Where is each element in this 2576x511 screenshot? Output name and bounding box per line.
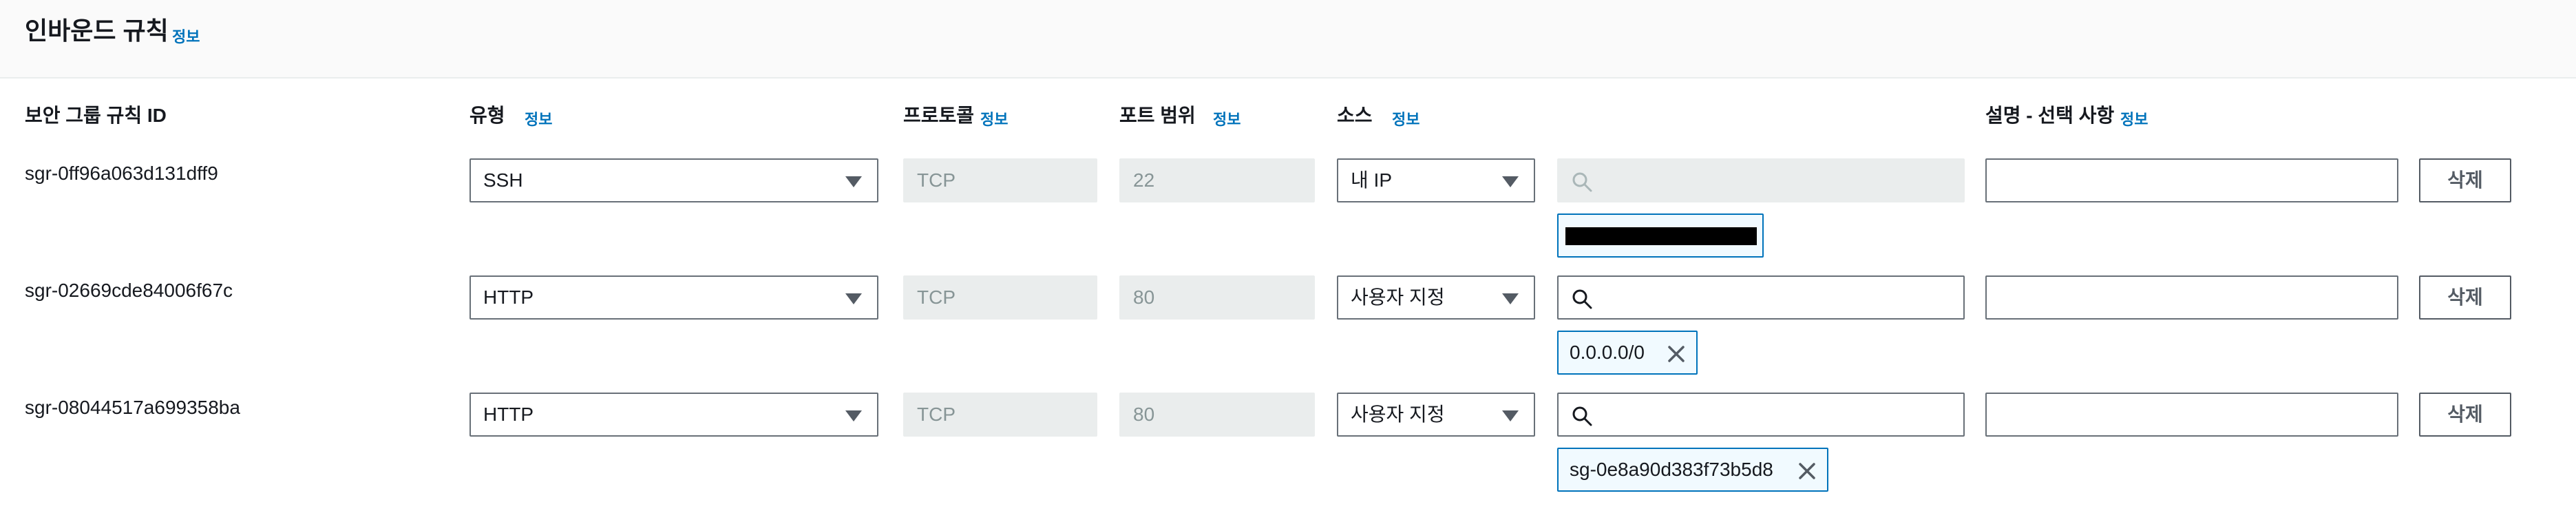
source-select-value: 사용자 지정 [1351, 404, 1445, 425]
col-header-port-range: 포트 범위 [1119, 105, 1196, 126]
delete-rule-button[interactable]: 삭제 [2419, 158, 2511, 202]
type-select-value: HTTP [483, 404, 534, 425]
section-title: 인바운드 규칙 [25, 17, 169, 45]
search-icon [1572, 172, 1592, 192]
port-range-field: 80 [1119, 275, 1315, 320]
source-select[interactable]: 내 IP [1337, 158, 1535, 202]
search-icon [1572, 406, 1592, 426]
source-select-value: 내 IP [1351, 169, 1392, 191]
port-range-field: 80 [1119, 393, 1315, 437]
close-icon[interactable] [1797, 461, 1817, 481]
protocol-field: TCP [903, 275, 1097, 320]
close-icon[interactable] [1666, 344, 1687, 364]
source-search-input [1557, 158, 1965, 202]
protocol-value: TCP [917, 286, 956, 308]
protocol-value: TCP [917, 169, 956, 191]
caret-down-icon [845, 410, 862, 421]
source-token-label: 0.0.0.0/0 [1570, 342, 1645, 363]
source-token: 0.0.0.0/0 [1557, 331, 1698, 375]
source-info-link[interactable]: 정보 [1392, 107, 1419, 129]
section-header: 인바운드 규칙 정보 [0, 0, 2576, 79]
description-info-link[interactable]: 정보 [2120, 107, 2148, 129]
protocol-field: TCP [903, 158, 1097, 202]
type-select[interactable]: HTTP [469, 393, 878, 437]
type-info-link[interactable]: 정보 [525, 107, 552, 129]
description-input[interactable] [1985, 158, 2398, 202]
col-header-description: 설명 - 선택 사항 [1985, 105, 2115, 126]
caret-down-icon [845, 293, 862, 304]
rule-id: sgr-02669cde84006f67c [25, 280, 233, 301]
type-select[interactable]: SSH [469, 158, 878, 202]
source-search-input[interactable] [1557, 393, 1965, 437]
col-header-source: 소스 [1337, 105, 1373, 126]
redacted-ip-token [1557, 213, 1764, 258]
port-range-field: 22 [1119, 158, 1315, 202]
col-header-type: 유형 [469, 105, 505, 126]
source-token: sg-0e8a90d383f73b5d8 [1557, 448, 1828, 492]
protocol-info-link[interactable]: 정보 [980, 107, 1008, 129]
description-input[interactable] [1985, 275, 2398, 320]
type-select-value: SSH [483, 169, 523, 191]
section-info-link[interactable]: 정보 [172, 25, 200, 47]
port-range-value: 80 [1133, 286, 1155, 308]
caret-down-icon [845, 176, 862, 187]
caret-down-icon [1502, 176, 1519, 187]
col-header-rule-id: 보안 그룹 규칙 ID [25, 105, 167, 126]
protocol-field: TCP [903, 393, 1097, 437]
source-select[interactable]: 사용자 지정 [1337, 275, 1535, 320]
type-select[interactable]: HTTP [469, 275, 878, 320]
source-select-value: 사용자 지정 [1351, 286, 1445, 308]
search-icon [1572, 289, 1592, 309]
port-range-info-link[interactable]: 정보 [1213, 107, 1241, 129]
source-search-input[interactable] [1557, 275, 1965, 320]
type-select-value: HTTP [483, 286, 534, 308]
rule-id: sgr-0ff96a063d131dff9 [25, 163, 218, 184]
delete-rule-button[interactable]: 삭제 [2419, 393, 2511, 437]
caret-down-icon [1502, 410, 1519, 421]
protocol-value: TCP [917, 404, 956, 425]
delete-rule-button[interactable]: 삭제 [2419, 275, 2511, 320]
description-input[interactable] [1985, 393, 2398, 437]
source-select[interactable]: 사용자 지정 [1337, 393, 1535, 437]
rule-id: sgr-08044517a699358ba [25, 397, 240, 418]
caret-down-icon [1502, 293, 1519, 304]
source-token-label: sg-0e8a90d383f73b5d8 [1570, 459, 1773, 480]
col-header-protocol: 프로토콜 [903, 105, 975, 126]
redaction-bar [1565, 227, 1757, 245]
port-range-value: 80 [1133, 404, 1155, 425]
port-range-value: 22 [1133, 169, 1155, 191]
